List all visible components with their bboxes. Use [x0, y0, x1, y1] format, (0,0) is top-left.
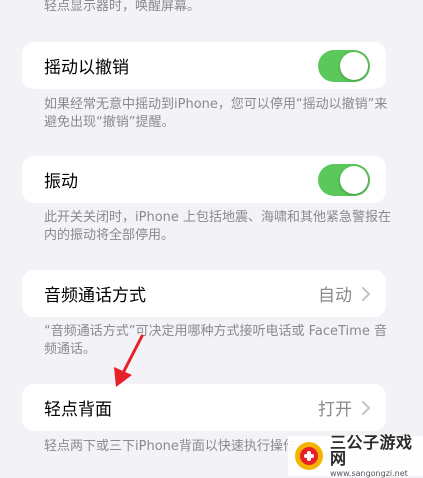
vibration-row[interactable]: 振动	[22, 156, 386, 203]
watermark-title: 三公子游戏网	[330, 432, 413, 468]
call-audio-routing-value-group: 自动	[318, 281, 370, 306]
call-audio-routing-value: 自动	[318, 286, 352, 306]
chevron-right-icon	[362, 286, 370, 301]
toggle-knob	[340, 165, 368, 194]
back-tap-value: 打开	[318, 400, 352, 420]
watermark-text: 三公子游戏网 www.sangongzi.net	[330, 432, 423, 478]
top-note: 轻点显示器时，唤醒屏幕。	[44, 0, 201, 14]
back-tap-label: 轻点背面	[44, 400, 112, 420]
call-audio-routing-label: 音频通话方式	[44, 286, 146, 306]
watermark-logo-icon	[295, 442, 323, 470]
back-tap-value-group: 打开	[318, 395, 370, 420]
watermark-url: www.sangongzi.net	[330, 468, 408, 478]
toggle-knob	[340, 51, 368, 80]
vibration-toggle[interactable]	[318, 163, 370, 196]
chevron-right-icon	[362, 400, 370, 415]
call-audio-routing-row[interactable]: 音频通话方式 自动	[22, 270, 386, 317]
site-watermark: 三公子游戏网 www.sangongzi.net	[288, 432, 423, 478]
shake-to-undo-row[interactable]: 摇动以撤销	[22, 42, 386, 89]
annotation-arrow-icon	[114, 334, 144, 387]
back-tap-row[interactable]: 轻点背面 打开	[22, 384, 386, 431]
shake-to-undo-toggle[interactable]	[318, 49, 370, 82]
shake-to-undo-label: 摇动以撤销	[44, 58, 129, 78]
shake-to-undo-note: 如果经常无意中摇动到iPhone，您可以停用“摇动以撤销”来避免出现“撤销”提醒…	[44, 97, 388, 130]
call-audio-routing-note: “音频通话方式”可决定用哪种方式接听电话或 FaceTime 音频通话。	[44, 324, 387, 357]
vibration-label: 振动	[44, 172, 78, 192]
vibration-note: 此开关关闭时，iPhone 上包括地震、海啸和其他紧急警报在内的振动将全部停用。	[44, 210, 392, 243]
